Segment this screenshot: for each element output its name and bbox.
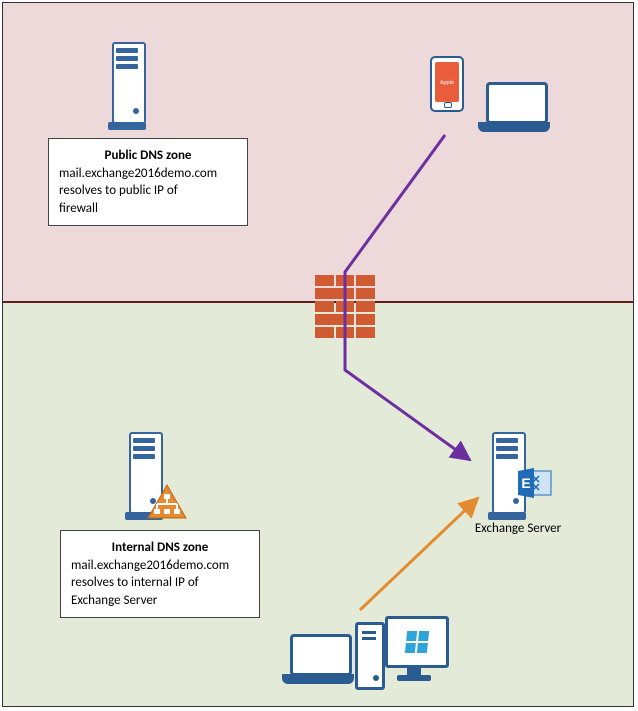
public-dns-textbox: Public DNS zone mail.exchange2016demo.co… bbox=[48, 138, 248, 226]
exchange-server-icon: E bbox=[488, 432, 526, 520]
internal-dns-line2: resolves to internal IP of bbox=[71, 575, 199, 590]
internal-laptop-icon bbox=[282, 634, 354, 684]
internal-dns-line1: mail.exchange2016demo.com bbox=[71, 558, 229, 573]
firewall-icon bbox=[315, 275, 375, 331]
public-dns-line3: firewall bbox=[59, 201, 98, 216]
phone-label: Apple bbox=[435, 62, 459, 102]
external-laptop-icon bbox=[478, 82, 550, 132]
internal-dns-textbox: Internal DNS zone mail.exchange2016demo.… bbox=[60, 530, 260, 618]
internal-dns-title: Internal DNS zone bbox=[71, 539, 249, 557]
exchange-icon: E bbox=[518, 468, 552, 498]
internal-dns-server-icon bbox=[125, 432, 163, 520]
public-dns-line2: resolves to public IP of bbox=[59, 183, 178, 198]
windows-icon bbox=[405, 631, 429, 653]
internal-desktop-icon bbox=[355, 616, 445, 694]
public-dns-server-icon bbox=[108, 42, 146, 130]
svg-text:E: E bbox=[521, 475, 530, 491]
exchange-server-label: Exchange Server bbox=[458, 521, 578, 536]
public-dns-line1: mail.exchange2016demo.com bbox=[59, 166, 217, 181]
public-dns-title: Public DNS zone bbox=[59, 147, 237, 165]
phone-icon: Apple bbox=[430, 56, 464, 112]
internal-dns-line3: Exchange Server bbox=[71, 593, 157, 608]
sitemap-icon bbox=[147, 484, 187, 520]
